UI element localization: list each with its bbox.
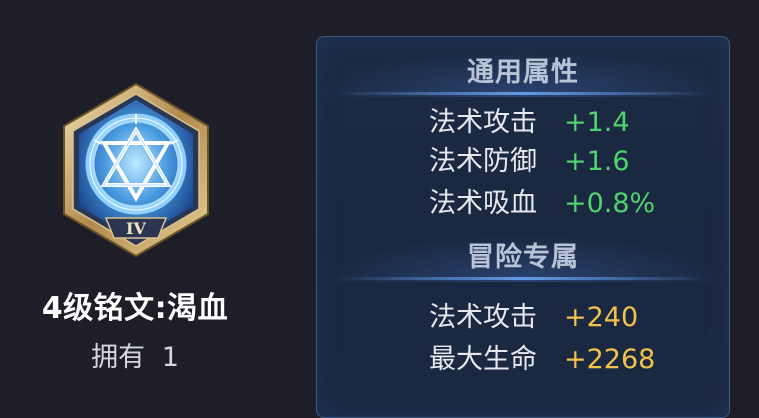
stat-value: +1.4 [564, 107, 630, 138]
stat-row: 法术防御 +1.6 [317, 142, 729, 182]
stat-label: 法术吸血 [429, 188, 537, 219]
stat-label: 法术攻击 [429, 107, 537, 138]
stat-label: 法术防御 [429, 146, 537, 177]
rune-title: 4级铭文:渴血 [41, 291, 229, 326]
section-header-adventure: 冒险专属 [317, 234, 729, 282]
owned-label: 拥有 [91, 342, 146, 373]
stat-row: 最大生命 +2268 [317, 340, 729, 380]
stat-value: +2268 [564, 344, 656, 375]
rune-info: IV 4级铭文:渴血 拥有 1 [0, 0, 290, 400]
stat-value: +1.6 [564, 146, 630, 177]
stat-row: 法术攻击 +240 [317, 298, 729, 338]
stat-value: +240 [564, 302, 639, 333]
stat-row: 法术攻击 +1.4 [317, 103, 729, 143]
owned-value: 1 [161, 342, 179, 373]
stat-value: +0.8% [564, 188, 656, 219]
section-title-adventure: 冒险专属 [467, 242, 579, 273]
stat-label: 最大生命 [429, 344, 537, 375]
section-header-common: 通用属性 [317, 49, 729, 97]
owned-count: 拥有 1 [0, 335, 270, 374]
stat-label: 法术攻击 [429, 302, 537, 333]
section-title-common: 通用属性 [467, 57, 579, 88]
stat-row: 法术吸血 +0.8% [317, 184, 729, 224]
attribute-panel: 通用属性 法术攻击 +1.4 法术防御 +1.6 法术吸血 +0.8% 冒险专属… [316, 36, 730, 418]
rune-emblem-icon: IV [63, 82, 209, 258]
rune-level-numeral: IV [126, 219, 146, 238]
